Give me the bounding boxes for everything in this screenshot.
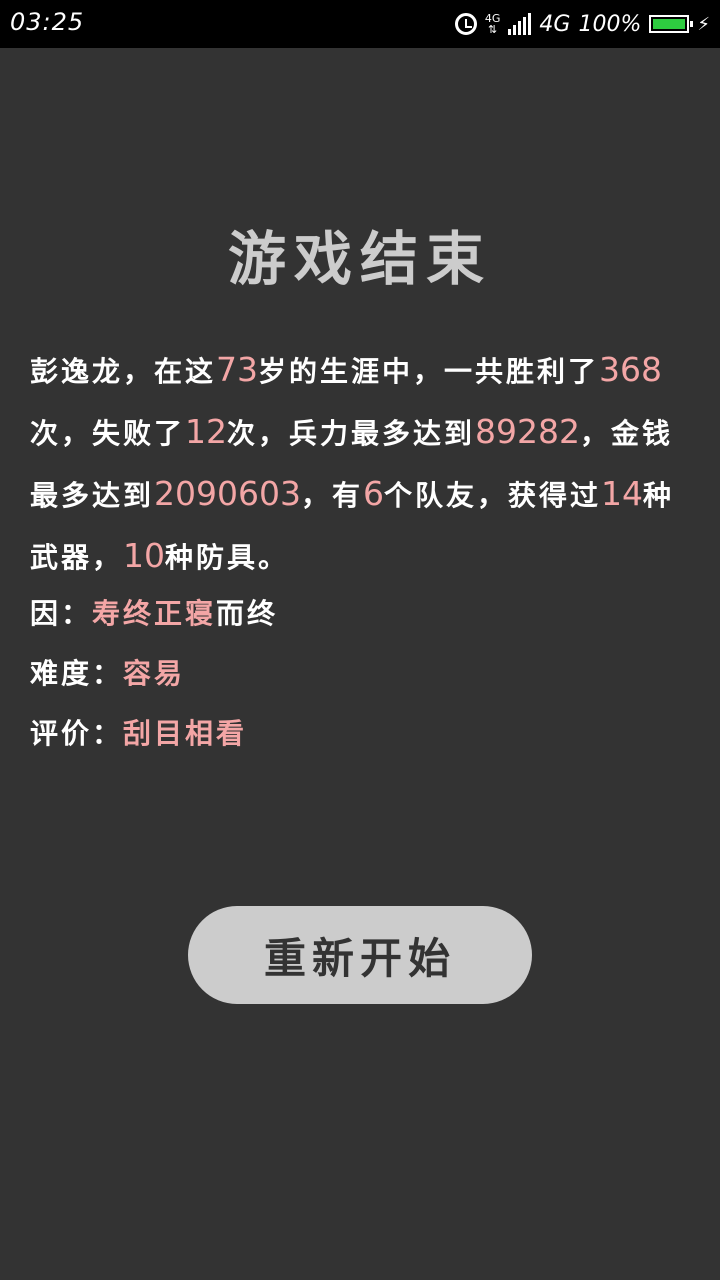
page-title: 游戏结束 — [227, 225, 492, 293]
difficulty-value: 容易 — [123, 657, 186, 690]
battery-icon — [649, 15, 694, 33]
cause-label: 因： — [30, 597, 93, 630]
clock: 03:25 — [10, 8, 85, 36]
cause-suffix: 而终 — [216, 597, 279, 630]
cause-row: 因：寿终正寝而终 — [30, 592, 278, 632]
charging-icon: ⚡ — [697, 13, 710, 35]
restart-button[interactable]: 重新开始 — [188, 906, 532, 1004]
signal-icon — [508, 13, 532, 35]
summary-text: 岁的生涯中，一共胜利了 — [258, 355, 600, 388]
summary-text: ，在这 — [123, 355, 217, 388]
losses-value: 12 — [185, 412, 228, 451]
career-summary: 彭逸龙，在这73岁的生涯中，一共胜利了368 次，失败了12次，兵力最多达到892… — [30, 340, 690, 588]
summary-text: 次，兵力最多达到 — [227, 417, 476, 450]
weapons-value: 14 — [601, 474, 644, 513]
rating-value: 刮目相看 — [123, 717, 248, 750]
rating-label: 评价： — [30, 717, 124, 750]
summary-text: ，有 — [301, 479, 364, 512]
summary-text: 种防具。 — [165, 541, 290, 574]
alarm-icon — [454, 13, 477, 35]
teammates-value: 6 — [363, 474, 385, 513]
summary-text: 个队友，获得过 — [384, 479, 602, 512]
difficulty-label: 难度： — [30, 657, 124, 690]
wins-value: 368 — [599, 350, 663, 389]
status-icons: 4G ⇅ 4G 100% ⚡ — [454, 8, 710, 40]
battery-percent: 100% — [578, 11, 642, 37]
money-value: 2090603 — [154, 474, 301, 513]
cause-value: 寿终正寝 — [92, 597, 217, 630]
network-type: 4G — [539, 11, 571, 37]
age-value: 73 — [216, 350, 259, 389]
network-activity-icon: 4G ⇅ — [484, 12, 501, 36]
rating-row: 评价：刮目相看 — [30, 712, 247, 752]
summary-text: 次，失败了 — [30, 417, 186, 450]
player-name: 彭逸龙 — [30, 355, 124, 388]
armors-value: 10 — [123, 536, 166, 575]
status-bar: 03:25 4G ⇅ 4G 100% ⚡ — [0, 0, 720, 48]
difficulty-row: 难度：容易 — [30, 652, 185, 692]
troops-value: 89282 — [475, 412, 581, 451]
